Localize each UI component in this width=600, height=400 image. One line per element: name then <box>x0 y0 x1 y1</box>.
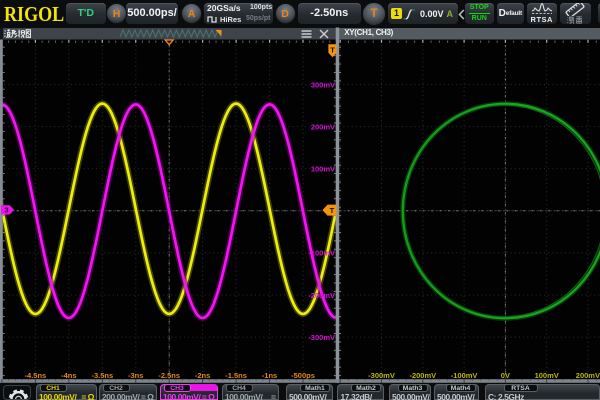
svg-text:-200mV: -200mV <box>308 291 335 300</box>
svg-text:T: T <box>330 206 335 215</box>
svg-text:300mV: 300mV <box>311 80 335 89</box>
svg-text:200mV: 200mV <box>576 371 600 380</box>
svg-text:-2.5ns: -2.5ns <box>158 371 180 380</box>
svg-text:-4.5ns: -4.5ns <box>25 371 47 380</box>
svg-text:T: T <box>330 46 335 55</box>
svg-text:-300mV: -300mV <box>308 333 335 342</box>
svg-text:-2ns: -2ns <box>195 371 210 380</box>
svg-text:-100mV: -100mV <box>308 249 335 258</box>
svg-text:-200mV: -200mV <box>409 371 436 380</box>
svg-text:-3ns: -3ns <box>128 371 143 380</box>
svg-text:-1ns: -1ns <box>262 371 277 380</box>
svg-text:0V: 0V <box>501 371 510 380</box>
svg-text:-500ps: -500ps <box>291 371 315 380</box>
svg-text:-4ns: -4ns <box>61 371 76 380</box>
svg-text:-300mV: -300mV <box>368 371 395 380</box>
svg-text:-1.5ns: -1.5ns <box>225 371 247 380</box>
svg-text:100mV: 100mV <box>311 165 335 174</box>
svg-text:3: 3 <box>4 206 8 215</box>
svg-text:100mV: 100mV <box>535 371 559 380</box>
svg-text:-3.5ns: -3.5ns <box>91 371 113 380</box>
svg-text:200mV: 200mV <box>311 122 335 131</box>
svg-text:-100mV: -100mV <box>451 371 478 380</box>
